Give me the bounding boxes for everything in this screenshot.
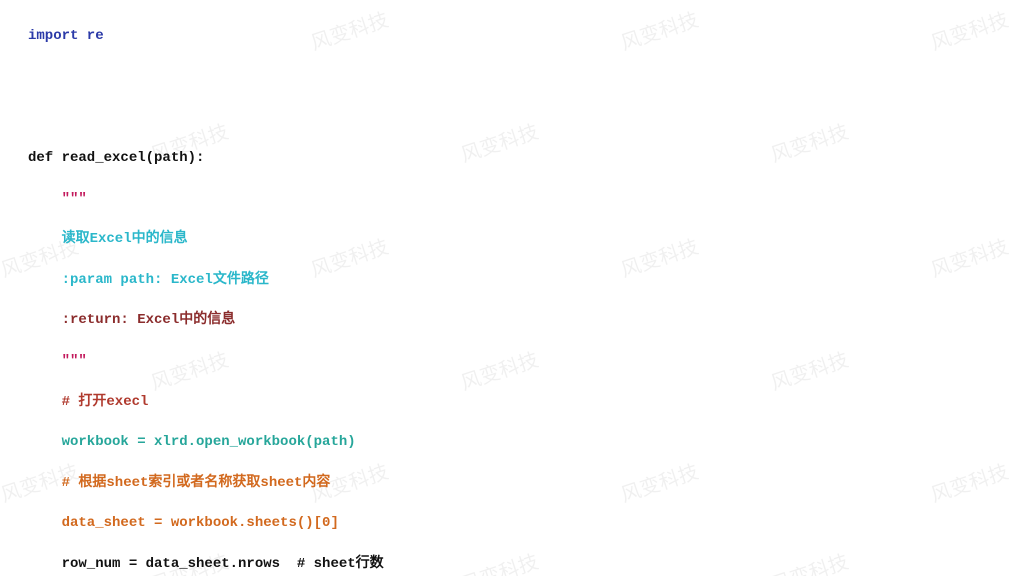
code-line: """ (28, 351, 1024, 371)
code-line: data_sheet = workbook.sheets()[0] (28, 513, 1024, 533)
code-line: # 根据sheet索引或者名称获取sheet内容 (28, 473, 1024, 493)
code-block: import re def read_excel(path): """ 读取Ex… (0, 0, 1024, 576)
code-line: import re (28, 26, 1024, 46)
code-line: :param path: Excel文件路径 (28, 270, 1024, 290)
code-line (28, 107, 1024, 127)
code-line (28, 67, 1024, 87)
code-line: workbook = xlrd.open_workbook(path) (28, 432, 1024, 452)
code-line: row_num = data_sheet.nrows # sheet行数 (28, 554, 1024, 574)
code-line: 读取Excel中的信息 (28, 229, 1024, 249)
code-line: :return: Excel中的信息 (28, 310, 1024, 330)
code-line: def read_excel(path): (28, 148, 1024, 168)
code-line: """ (28, 189, 1024, 209)
code-line: # 打开execl (28, 392, 1024, 412)
